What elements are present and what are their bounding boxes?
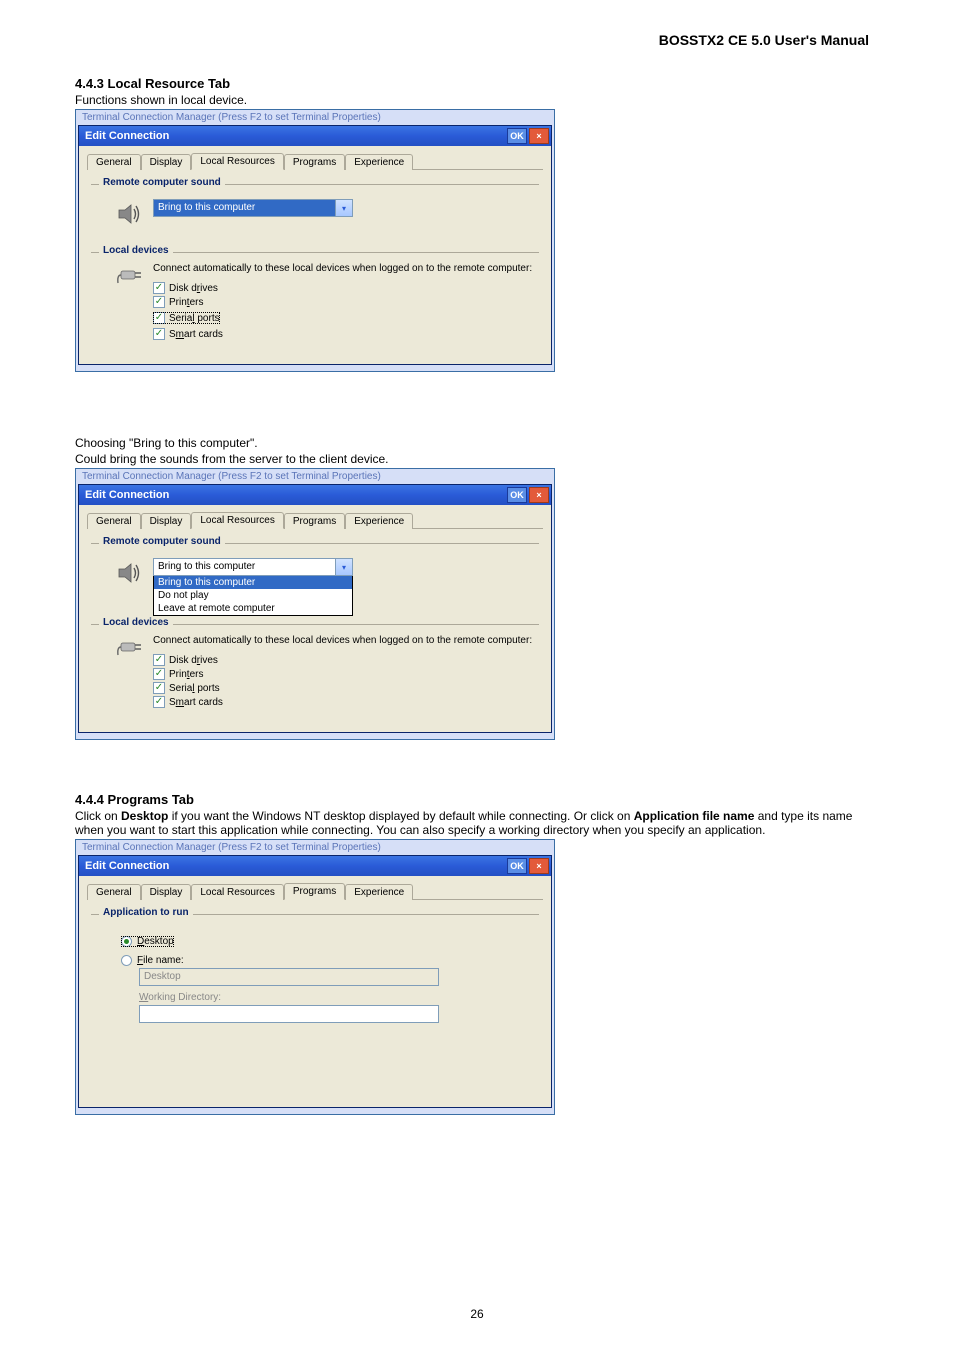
page-number: 26 [0, 1307, 954, 1321]
tab-strip-2: General Display Local Resources Programs… [87, 511, 543, 529]
group-local-devices-2: Local devices [91, 624, 539, 625]
tab-strip-3: General Display Local Resources Programs… [87, 882, 543, 900]
tab-local-resources-2[interactable]: Local Resources [191, 512, 283, 529]
dialog-title-2: Edit Connection [85, 489, 505, 501]
terminal-manager-caption: Terminal Connection Manager (Press F2 to… [78, 112, 552, 125]
tab-experience-3[interactable]: Experience [345, 884, 413, 900]
option-do-not-play[interactable]: Do not play [154, 589, 352, 602]
tab-programs-2[interactable]: Programs [284, 513, 345, 529]
dialog-titlebar-3: Edit Connection OK × [79, 856, 551, 876]
group-remote-sound-label: Remote computer sound [99, 177, 225, 188]
dialog-titlebar-1: Edit Connection OK × [79, 126, 551, 146]
tab-experience-2[interactable]: Experience [345, 513, 413, 529]
radio-icon [121, 936, 132, 947]
tab-programs-3[interactable]: Programs [284, 883, 345, 900]
section-4-4-3-title: 4.4.3 Local Resource Tab [75, 76, 879, 91]
radio-desktop[interactable]: Desktop [121, 936, 174, 947]
ok-button[interactable]: OK [507, 128, 527, 144]
filename-input[interactable]: Desktop [139, 968, 439, 986]
close-icon[interactable]: × [529, 128, 549, 144]
checkbox-printers-2[interactable]: ✓Printers [153, 668, 543, 680]
radio-file-name[interactable]: File name: [121, 955, 533, 966]
ok-button-2[interactable]: OK [507, 487, 527, 503]
tab-display-2[interactable]: Display [141, 513, 192, 529]
checkbox-smart-cards[interactable]: ✓Smart cards [153, 328, 543, 340]
dialog-title: Edit Connection [85, 130, 505, 142]
remote-sound-dropdown[interactable]: Bring to this computer ▾ [153, 199, 353, 217]
option-bring-to-computer[interactable]: Bring to this computer [154, 576, 352, 589]
checkbox-smart-cards-2[interactable]: ✓Smart cards [153, 696, 543, 708]
group-remote-sound-2: Remote computer sound [91, 543, 539, 544]
terminal-manager-window-3: Terminal Connection Manager (Press F2 to… [75, 839, 555, 1115]
remote-sound-value-2: Bring to this computer [154, 559, 335, 575]
remote-sound-option-list: Bring to this computer Do not play Leave… [153, 576, 353, 616]
checkbox-serial-ports[interactable]: ✓Serial ports [153, 312, 220, 324]
section-4-4-4-title: 4.4.4 Programs Tab [75, 792, 879, 807]
local-devices-description-2: Connect automatically to these local dev… [153, 635, 543, 646]
tab-display-3[interactable]: Display [141, 884, 192, 900]
choosing-line-2: Could bring the sounds from the server t… [75, 452, 879, 466]
option-leave-at-remote[interactable]: Leave at remote computer [154, 602, 352, 615]
working-directory-label: Working Directory: [139, 992, 533, 1003]
terminal-manager-caption-3: Terminal Connection Manager (Press F2 to… [78, 842, 552, 855]
group-local-devices: Local devices [91, 252, 539, 253]
section-4-4-4-para: Click on Desktop if you want the Windows… [75, 809, 879, 837]
tab-strip: General Display Local Resources Programs… [87, 152, 543, 170]
checkbox-disk-drives[interactable]: ✓Disk drives [153, 282, 543, 294]
group-application-to-run-label: Application to run [99, 907, 193, 918]
terminal-manager-window-1: Terminal Connection Manager (Press F2 to… [75, 109, 555, 372]
dialog-title-3: Edit Connection [85, 860, 505, 872]
tab-general-3[interactable]: General [87, 884, 141, 900]
chevron-down-icon[interactable]: ▾ [335, 200, 352, 216]
choosing-line-1: Choosing "Bring to this computer". [75, 436, 879, 450]
local-devices-description: Connect automatically to these local dev… [153, 263, 543, 274]
plug-icon [117, 265, 143, 290]
group-local-devices-label: Local devices [99, 245, 173, 256]
group-local-devices-label-2: Local devices [99, 617, 173, 628]
terminal-manager-caption-2: Terminal Connection Manager (Press F2 to… [78, 471, 552, 484]
dialog-titlebar-2: Edit Connection OK × [79, 485, 551, 505]
group-remote-sound: Remote computer sound [91, 184, 539, 185]
group-remote-sound-label-2: Remote computer sound [99, 536, 225, 547]
tab-general[interactable]: General [87, 154, 141, 170]
terminal-manager-window-2: Terminal Connection Manager (Press F2 to… [75, 468, 555, 740]
checkbox-disk-drives-2[interactable]: ✓Disk drives [153, 654, 543, 666]
tab-experience[interactable]: Experience [345, 154, 413, 170]
working-directory-input[interactable] [139, 1005, 439, 1023]
tab-local-resources[interactable]: Local Resources [191, 153, 283, 170]
remote-sound-value: Bring to this computer [154, 200, 335, 216]
speaker-icon-2 [117, 560, 143, 589]
tab-programs[interactable]: Programs [284, 154, 345, 170]
speaker-icon [117, 201, 143, 230]
checkbox-printers[interactable]: ✓Printers [153, 296, 543, 308]
tab-display[interactable]: Display [141, 154, 192, 170]
checkbox-serial-ports-2[interactable]: ✓Serial ports [153, 682, 543, 694]
chevron-down-icon-2[interactable]: ▾ [335, 559, 352, 575]
close-icon-3[interactable]: × [529, 858, 549, 874]
tab-local-resources-3[interactable]: Local Resources [191, 884, 283, 900]
plug-icon-2 [117, 637, 143, 662]
radio-icon-2 [121, 955, 132, 966]
section-4-4-3-subtitle: Functions shown in local device. [75, 93, 879, 107]
ok-button-3[interactable]: OK [507, 858, 527, 874]
tab-general-2[interactable]: General [87, 513, 141, 529]
document-header: BOSSTX2 CE 5.0 User's Manual [75, 32, 879, 48]
group-application-to-run: Application to run [91, 914, 539, 915]
remote-sound-dropdown-2[interactable]: Bring to this computer ▾ [153, 558, 353, 576]
close-icon-2[interactable]: × [529, 487, 549, 503]
